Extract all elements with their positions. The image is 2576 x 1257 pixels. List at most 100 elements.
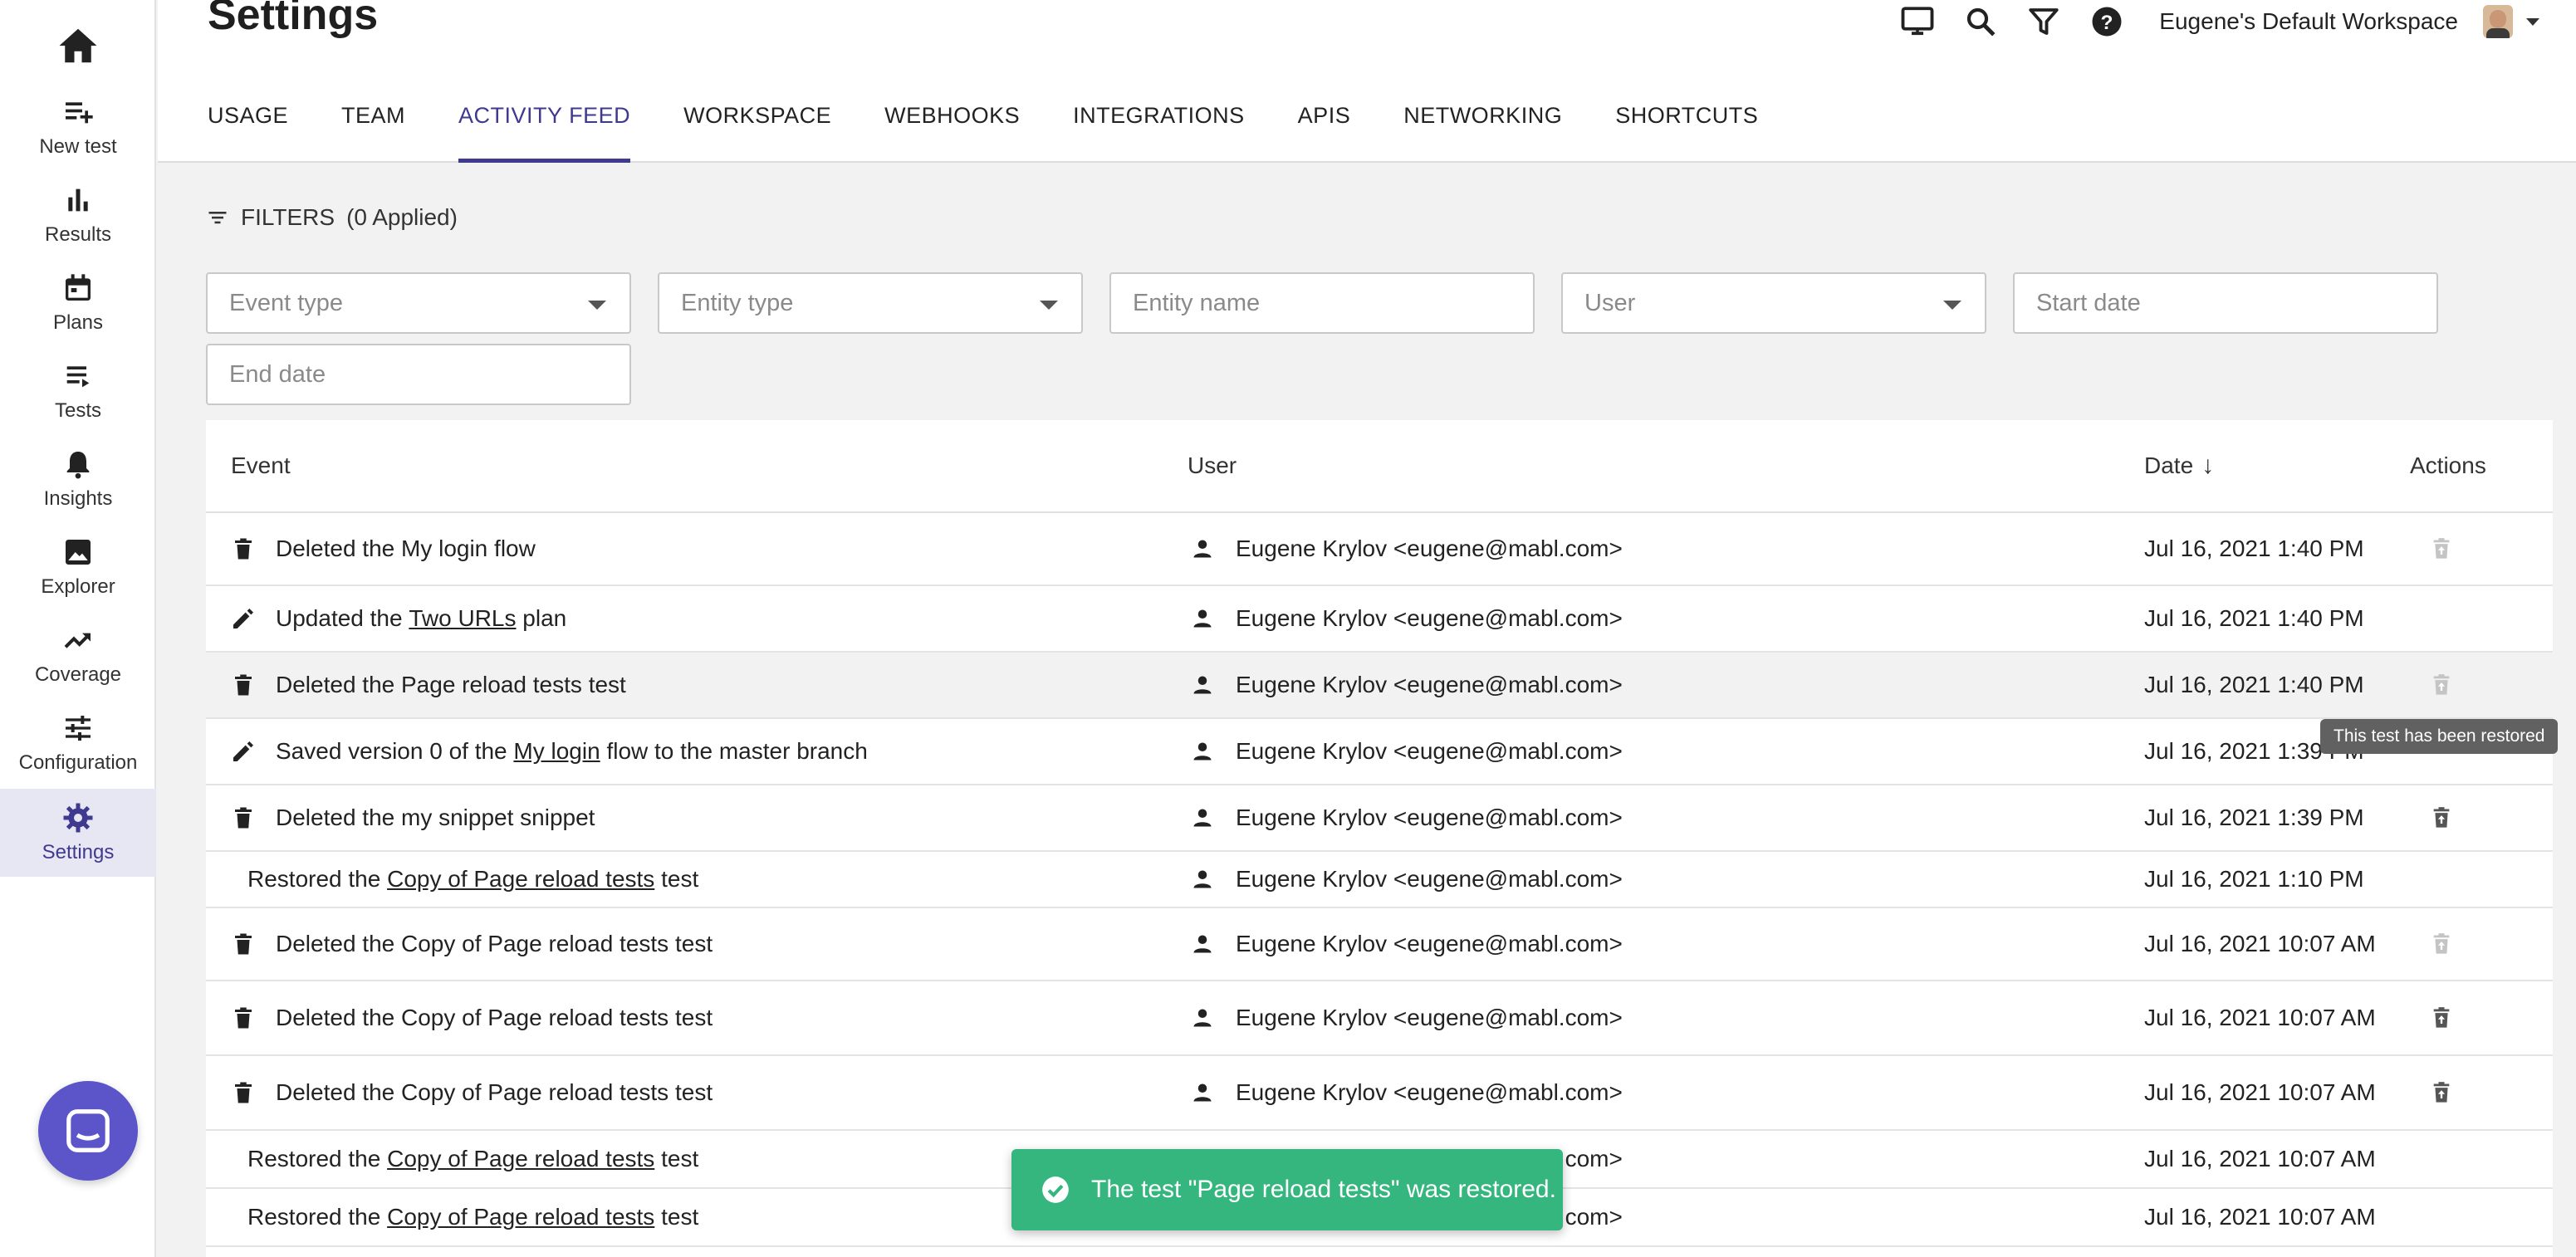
sidebar-item-label: Insights <box>43 487 113 510</box>
table-row: Deleted the Copy of Page reload tests te… <box>206 981 2553 1056</box>
restore-from-trash-icon <box>2427 670 2456 700</box>
person-icon <box>1189 1005 1216 1031</box>
user-cell: Eugene Krylov <eugene@mabl.com> <box>1189 981 1623 1054</box>
help-icon[interactable]: ? <box>2088 2 2126 41</box>
image-icon <box>61 536 95 569</box>
table-row: Deleted the my snippet snippet Eugene Kry… <box>206 785 2553 852</box>
end-date-input[interactable]: End date <box>206 344 631 405</box>
trash-icon <box>229 1004 257 1032</box>
filters-title: FILTERS <box>241 204 335 230</box>
restore-from-trash-icon <box>2427 534 2456 564</box>
column-header-date[interactable]: Date ↓ <box>2144 420 2214 511</box>
tooltip: This test has been restored <box>2320 719 2559 754</box>
tab-team[interactable]: TEAM <box>341 93 405 163</box>
restore-button <box>2427 513 2456 584</box>
event-date: Jul 16, 2021 1:40 PM <box>2144 536 2364 561</box>
chevron-down-icon[interactable] <box>2526 17 2539 26</box>
event-date: Jul 16, 2021 10:07 AM <box>2144 1146 2376 1171</box>
trash-icon <box>229 930 257 958</box>
tab-webhooks[interactable]: WEBHOOKS <box>884 93 1020 163</box>
trash-icon <box>229 804 257 832</box>
sidebar-item-coverage[interactable]: Coverage <box>0 611 156 699</box>
event-text: Restored the <box>247 866 388 892</box>
sidebar-item-new-test[interactable]: New test <box>0 83 156 171</box>
gear-icon <box>61 801 95 834</box>
start-date-placeholder: Start date <box>2036 289 2141 316</box>
event-type-select[interactable]: Event type <box>206 272 631 334</box>
event-text-suffix: test <box>654 1204 699 1230</box>
event-cell: Deleted the Copy of Page reload tests te… <box>229 908 713 980</box>
user-cell: Eugene Krylov <eugene@mabl.com> <box>1189 653 1623 717</box>
event-type-placeholder: Event type <box>229 289 344 316</box>
event-entity-link[interactable]: Copy of Page reload tests <box>387 1204 654 1230</box>
restore-button[interactable] <box>2427 785 2456 850</box>
event-cell: Restored the Copy of Page reload tests t… <box>247 1189 698 1245</box>
sidebar-item-settings[interactable]: Settings <box>0 789 156 877</box>
user-name: Eugene Krylov <eugene@mabl.com> <box>1236 866 1623 892</box>
sidebar-item-explorer[interactable]: Explorer <box>0 523 156 611</box>
user-cell: Eugene Krylov <eugene@mabl.com> <box>1189 1056 1623 1129</box>
entity-type-select[interactable]: Entity type <box>658 272 1083 334</box>
tab-apis[interactable]: APIS <box>1298 93 1351 163</box>
sort-arrow-icon: ↓ <box>2201 452 2215 479</box>
restore-button[interactable] <box>2427 1056 2456 1129</box>
event-entity-link[interactable]: My login <box>513 738 600 765</box>
event-cell: Restored the Copy of Page reload tests t… <box>247 852 698 907</box>
start-date-input[interactable]: Start date <box>2013 272 2438 334</box>
playlist-add-icon <box>61 95 95 129</box>
toast-message: The test "Page reload tests" was restore… <box>1091 1176 1556 1203</box>
tab-shortcuts[interactable]: SHORTCUTS <box>1615 93 1758 163</box>
user-name: Eugene Krylov <eugene@mabl.com> <box>1236 805 1623 830</box>
restore-button[interactable] <box>2427 981 2456 1054</box>
workspace-name[interactable]: Eugene's Default Workspace <box>2159 8 2458 35</box>
sidebar-item-configuration[interactable]: Configuration <box>0 699 156 787</box>
event-entity-link[interactable]: Two URLs <box>409 605 516 632</box>
dropdown-arrow-icon <box>588 301 606 310</box>
monitor-icon[interactable] <box>1898 2 1937 41</box>
sidebar-item-label: Explorer <box>41 575 115 598</box>
event-text: Saved version 0 of the <box>276 738 514 764</box>
sidebar-item-plans[interactable]: Plans <box>0 259 156 347</box>
sidebar-item-results[interactable]: Results <box>0 171 156 259</box>
event-text-suffix: plan <box>516 605 567 631</box>
chat-launcher-button[interactable] <box>38 1081 138 1181</box>
sidebar-item-label: Settings <box>42 841 115 863</box>
event-entity-link[interactable]: Copy of Page reload tests <box>387 1146 654 1172</box>
tab-integrations[interactable]: INTEGRATIONS <box>1073 93 1245 163</box>
user-select[interactable]: User <box>1561 272 1986 334</box>
user-name: Eugene Krylov <eugene@mabl.com> <box>1236 1005 1623 1030</box>
tab-workspace[interactable]: WORKSPACE <box>683 93 831 163</box>
person-icon <box>1189 738 1216 765</box>
filters-toggle[interactable]: FILTERS (0 Applied) <box>206 204 458 231</box>
bell-icon <box>61 448 95 481</box>
table-row: Deleted the Copy of Page reload tests te… <box>206 908 2553 981</box>
person-icon <box>1189 931 1216 957</box>
event-date: Jul 16, 2021 1:39 PM <box>2144 805 2364 830</box>
restore-from-trash-icon <box>2427 1078 2456 1108</box>
filter-icon[interactable] <box>2025 2 2063 41</box>
tab-networking[interactable]: NETWORKING <box>1403 93 1562 163</box>
sidebar-item-insights[interactable]: Insights <box>0 435 156 523</box>
page-title: Settings <box>208 0 379 39</box>
restore-button <box>2427 653 2456 717</box>
home-button[interactable] <box>0 17 156 75</box>
settings-tabs: USAGE TEAM ACTIVITY FEED WORKSPACE WEBHO… <box>208 93 1758 163</box>
event-date: Jul 16, 2021 10:07 AM <box>2144 931 2376 956</box>
person-icon <box>1189 805 1216 831</box>
event-date: Jul 16, 2021 1:10 PM <box>2144 866 2364 892</box>
home-icon <box>59 28 97 63</box>
avatar[interactable] <box>2483 5 2513 38</box>
sidebar-item-tests[interactable]: Tests <box>0 347 156 435</box>
search-icon[interactable] <box>1961 2 2000 41</box>
sidebar-item-label: Configuration <box>18 751 138 774</box>
event-text-suffix: test <box>654 866 699 892</box>
calendar-icon <box>61 271 95 305</box>
event-entity-link[interactable]: Copy of Page reload tests <box>387 866 654 893</box>
user-cell: Eugene Krylov <eugene@mabl.com> <box>1189 908 1623 980</box>
person-icon <box>1189 605 1216 632</box>
tab-activity-feed[interactable]: ACTIVITY FEED <box>458 93 631 163</box>
tab-usage[interactable]: USAGE <box>208 93 288 163</box>
user-name: Eugene Krylov <eugene@mabl.com> <box>1236 738 1623 764</box>
table-row: Updated the Two URLs plan Eugene Krylov <… <box>206 586 2553 653</box>
entity-name-input[interactable]: Entity name <box>1109 272 1535 334</box>
